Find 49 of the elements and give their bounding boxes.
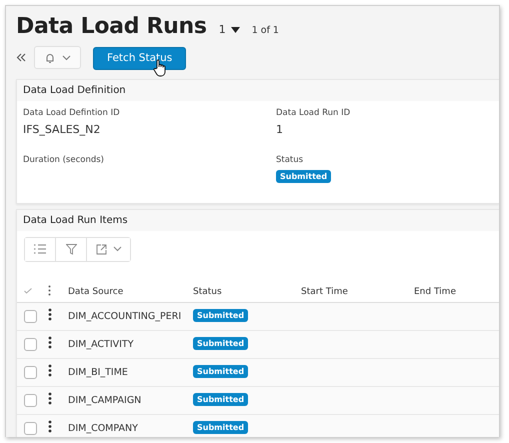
column-menu-icon[interactable] <box>48 284 51 296</box>
export-icon <box>96 244 106 254</box>
table-cell: DIM_ACTIVITY <box>68 338 134 350</box>
status-badge: Submitted <box>193 337 248 350</box>
status-badge: Submitted <box>193 421 248 434</box>
list-icon <box>34 244 46 254</box>
card-header: Data Load Definition <box>17 80 499 100</box>
row-menu-icon[interactable] <box>48 392 52 405</box>
column-header[interactable]: Start Time <box>301 286 348 296</box>
row-checkbox[interactable] <box>24 366 37 378</box>
row-menu-icon[interactable] <box>48 336 52 349</box>
field-value: 1 <box>276 122 283 136</box>
row-checkbox[interactable] <box>24 338 37 350</box>
notification-dropdown[interactable] <box>34 46 81 70</box>
status-badge: Submitted <box>193 393 248 406</box>
record-count: 1 of 1 <box>252 25 279 36</box>
card-header: Data Load Run Items <box>17 210 499 230</box>
row-menu-icon[interactable] <box>48 420 52 433</box>
filter-icon <box>66 244 76 254</box>
caret-icon <box>230 26 240 32</box>
status-badge: Submitted <box>193 365 248 378</box>
chevron-icon <box>112 246 122 252</box>
status-badge: Submitted <box>193 309 248 322</box>
row-checkbox[interactable] <box>24 394 37 406</box>
table-cell: DIM_ACCOUNTING_PERI <box>68 310 182 322</box>
record-selector[interactable]: 1 <box>214 23 244 36</box>
select-all-check-icon[interactable] <box>24 288 32 294</box>
column-header[interactable]: Status <box>193 286 222 296</box>
collapse-icon[interactable] <box>16 53 26 62</box>
row-menu-icon[interactable] <box>48 364 52 377</box>
field-label: Duration (seconds) <box>23 154 104 164</box>
row-menu-icon[interactable] <box>48 308 52 321</box>
fetch-status-button[interactable]: Fetch Status <box>93 46 186 70</box>
table-cell: DIM_CAMPAIGN <box>68 394 142 406</box>
table-cell: DIM_BI_TIME <box>68 366 128 378</box>
chevron-icon <box>62 54 71 61</box>
page-title: Data Load Runs <box>16 14 207 39</box>
status-badge: Submitted <box>276 170 332 182</box>
column-header[interactable]: Data Source <box>68 286 124 296</box>
column-header[interactable]: End Time <box>414 286 456 296</box>
field-value: IFS_SALES_N2 <box>23 122 100 136</box>
field-label: Data Load Defintion ID <box>23 108 120 118</box>
row-checkbox[interactable] <box>24 422 37 434</box>
bell-icon <box>44 52 56 64</box>
list-view-button[interactable] <box>25 238 56 260</box>
field-label: Data Load Run ID <box>276 108 350 118</box>
field-label: Status <box>276 154 304 164</box>
row-checkbox[interactable] <box>24 310 37 322</box>
table-cell: DIM_COMPANY <box>68 422 138 434</box>
